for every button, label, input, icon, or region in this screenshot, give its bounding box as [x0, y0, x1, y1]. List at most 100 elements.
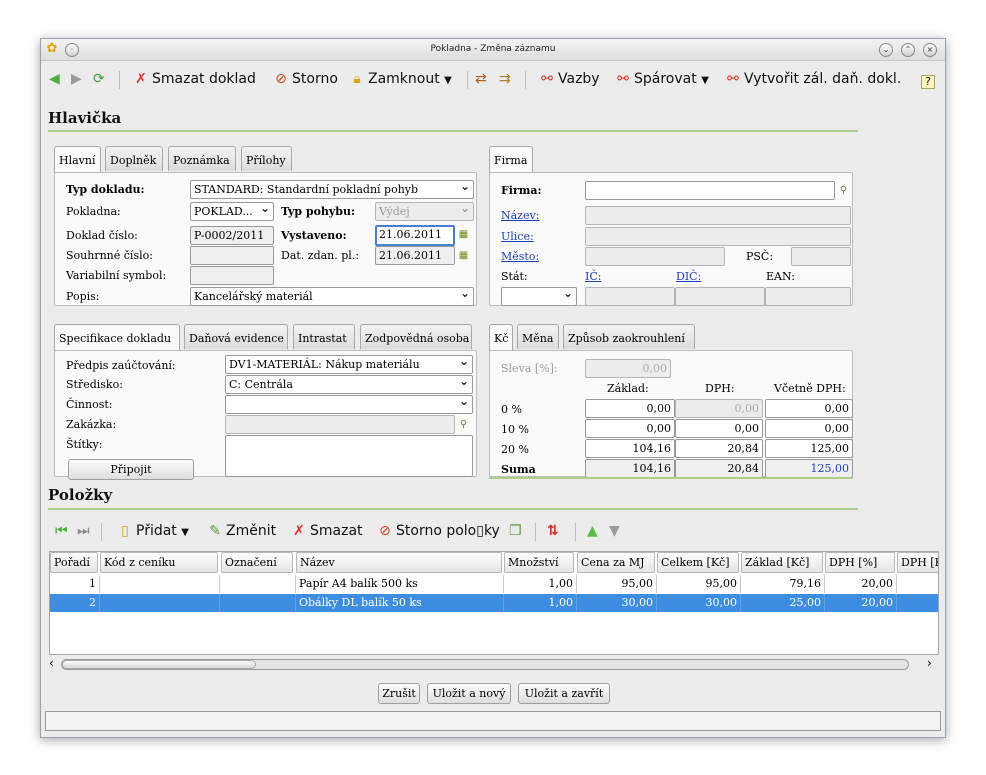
ean-field[interactable]	[765, 287, 851, 306]
minimize-icon[interactable]: ⌄	[879, 43, 893, 57]
company-field[interactable]	[585, 181, 835, 200]
tab-zpusob-zaokrouhleni[interactable]: Způsob zaokrouhlení	[563, 324, 695, 349]
refresh-icon[interactable]: ⟳	[93, 71, 105, 91]
scrollbar-thumb[interactable]	[62, 660, 256, 669]
links-button[interactable]: ⚯ Vazby	[539, 71, 599, 91]
vat-total-field[interactable]: 125,00	[765, 439, 853, 458]
tab-doplnek[interactable]: Doplněk	[105, 146, 163, 171]
tab-kc[interactable]: Kč	[489, 324, 513, 351]
document-number-field[interactable]: P-0002/2011	[190, 226, 274, 245]
dic-field[interactable]	[675, 287, 765, 306]
vat-base-field[interactable]: 104,16	[585, 439, 675, 458]
vat-base-field[interactable]: 0,00	[585, 419, 675, 438]
tab-hlavni[interactable]: Hlavní	[54, 146, 101, 173]
forward-arrow-icon[interactable]: ▶	[71, 71, 82, 91]
cash-desk-select[interactable]: POKLAD...	[190, 202, 274, 221]
help-icon[interactable]: ?	[921, 75, 935, 89]
tags-field[interactable]	[225, 435, 473, 477]
copy-icon[interactable]: ❐	[509, 523, 522, 543]
add-item-button[interactable]: ▯ Přidat ▼	[117, 523, 189, 543]
sort-icon[interactable]: ⇅	[547, 523, 559, 543]
edit-icon: ✎	[209, 523, 221, 539]
country-select[interactable]	[501, 287, 577, 306]
cost-center-select[interactable]: C: Centrála	[225, 375, 473, 394]
column-header-dph-pct[interactable]: DPH [%]	[825, 552, 895, 573]
pair-button[interactable]: ⚯ Spárovat ▼	[615, 71, 709, 91]
save-and-new-button[interactable]: Uložit a nový	[427, 683, 511, 704]
cancel-button[interactable]: Zrušit	[378, 683, 420, 704]
column-header-zaklad[interactable]: Základ [Kč]	[741, 552, 823, 573]
name-field[interactable]	[585, 206, 851, 225]
close-icon[interactable]: ×	[923, 43, 937, 57]
summary-number-field[interactable]	[190, 246, 274, 265]
vat-total-field[interactable]: 0,00	[765, 419, 853, 438]
column-header-kod[interactable]: Kód z ceníku	[100, 552, 218, 573]
column-header-cena[interactable]: Cena za MJ	[577, 552, 655, 573]
column-header-nazev[interactable]: Název	[296, 552, 502, 573]
table-row[interactable]: 1 Papír A4 balík 500 ks 1,00 95,00 95,00…	[50, 575, 938, 593]
variable-symbol-field[interactable]	[190, 266, 274, 285]
scroll-left-icon[interactable]: ‹	[49, 656, 54, 670]
tax-date-field[interactable]: 21.06.2011	[375, 246, 455, 265]
scroll-right-icon[interactable]: ›	[927, 656, 932, 670]
activity-select[interactable]	[225, 395, 473, 414]
column-header-dph-kc[interactable]: DPH [K	[897, 552, 938, 573]
search-icon[interactable]: ⚲	[837, 182, 850, 201]
column-header-mnozstvi[interactable]: Množství	[504, 552, 574, 573]
delete-document-button[interactable]: ✗ Smazat doklad	[133, 71, 256, 91]
zip-field[interactable]	[791, 247, 851, 266]
ic-field[interactable]	[585, 287, 675, 306]
ic-link[interactable]: IČ:	[585, 270, 601, 283]
first-record-icon[interactable]: ⏮	[55, 523, 68, 543]
posting-rule-select[interactable]: DV1-MATERIÁL: Nákup materiálu	[225, 355, 473, 374]
issued-date-field[interactable]: 21.06.2011	[375, 225, 455, 246]
attach-button[interactable]: Připojit	[68, 459, 194, 480]
vat-amount-field[interactable]: 0,00	[675, 399, 763, 418]
storno-button[interactable]: ⊘ Storno	[273, 71, 338, 91]
last-record-icon[interactable]: ⏭	[77, 523, 90, 543]
edit-item-button[interactable]: ✎ Změnit	[207, 523, 276, 543]
order-field[interactable]	[225, 415, 455, 434]
vat-amount-field[interactable]: 20,84	[675, 439, 763, 458]
tab-zodpovedna-osoba[interactable]: Zodpovědná osoba	[360, 324, 472, 349]
lock-button[interactable]: 🔒︎ Zamknout ▼	[349, 71, 452, 91]
tab-danova-evidence[interactable]: Daňová evidence	[184, 324, 288, 349]
export-icon[interactable]: ⇉	[499, 71, 511, 91]
vat-amount-field[interactable]: 0,00	[675, 419, 763, 438]
maximize-icon[interactable]: ⌃	[901, 43, 915, 57]
column-header-oznaceni[interactable]: Označení	[221, 552, 293, 573]
create-advance-tax-doc-button[interactable]: ⚯ Vytvořit zál. daň. dokl.	[725, 71, 901, 91]
description-field[interactable]: Kancelářský materiál	[190, 287, 474, 306]
tab-prilohy[interactable]: Přílohy	[241, 146, 292, 171]
vat-total-field[interactable]: 0,00	[765, 399, 853, 418]
tab-specifikace-dokladu[interactable]: Specifikace dokladu	[54, 324, 180, 351]
discount-field[interactable]: 0,00	[585, 359, 671, 378]
import-icon[interactable]: ⇄	[475, 71, 487, 91]
dic-link[interactable]: DIČ:	[676, 270, 701, 283]
tab-poznamka[interactable]: Poznámka	[168, 146, 236, 171]
table-row[interactable]: 2 Obálky DL balík 50 ks 1,00 30,00 30,00…	[50, 594, 938, 612]
city-field[interactable]	[585, 247, 725, 266]
vat-base-field[interactable]: 0,00	[585, 399, 675, 418]
column-header-poradi[interactable]: Pořadí	[50, 552, 98, 573]
street-field[interactable]	[585, 227, 851, 246]
column-header-celkem[interactable]: Celkem [Kč]	[657, 552, 739, 573]
street-link[interactable]: Ulice:	[501, 230, 534, 243]
move-down-icon[interactable]: ▼	[609, 523, 620, 543]
back-arrow-icon[interactable]: ◀	[49, 71, 60, 91]
movement-type-select[interactable]: Výdej	[375, 202, 474, 221]
document-type-select[interactable]: STANDARD: Standardní pokladní pohyb	[190, 180, 474, 199]
move-up-icon[interactable]: ▲	[587, 523, 598, 543]
storno-item-button[interactable]: ⊘ Storno polo▯ky	[377, 523, 500, 543]
tab-intrastat[interactable]: Intrastat	[293, 324, 355, 349]
tab-mena[interactable]: Měna	[517, 324, 559, 349]
search-icon[interactable]: ⚲	[457, 416, 470, 435]
delete-item-button[interactable]: ✗ Smazat	[291, 523, 362, 543]
calendar-icon[interactable]: ▦	[457, 226, 470, 245]
tab-firma[interactable]: Firma	[489, 146, 533, 173]
save-and-close-button[interactable]: Uložit a zavřít	[518, 683, 610, 704]
name-link[interactable]: Název:	[501, 209, 539, 222]
calendar-icon[interactable]: ▦	[457, 247, 470, 266]
city-link[interactable]: Město:	[501, 250, 539, 263]
horizontal-scrollbar[interactable]: ‹ ›	[49, 656, 939, 672]
